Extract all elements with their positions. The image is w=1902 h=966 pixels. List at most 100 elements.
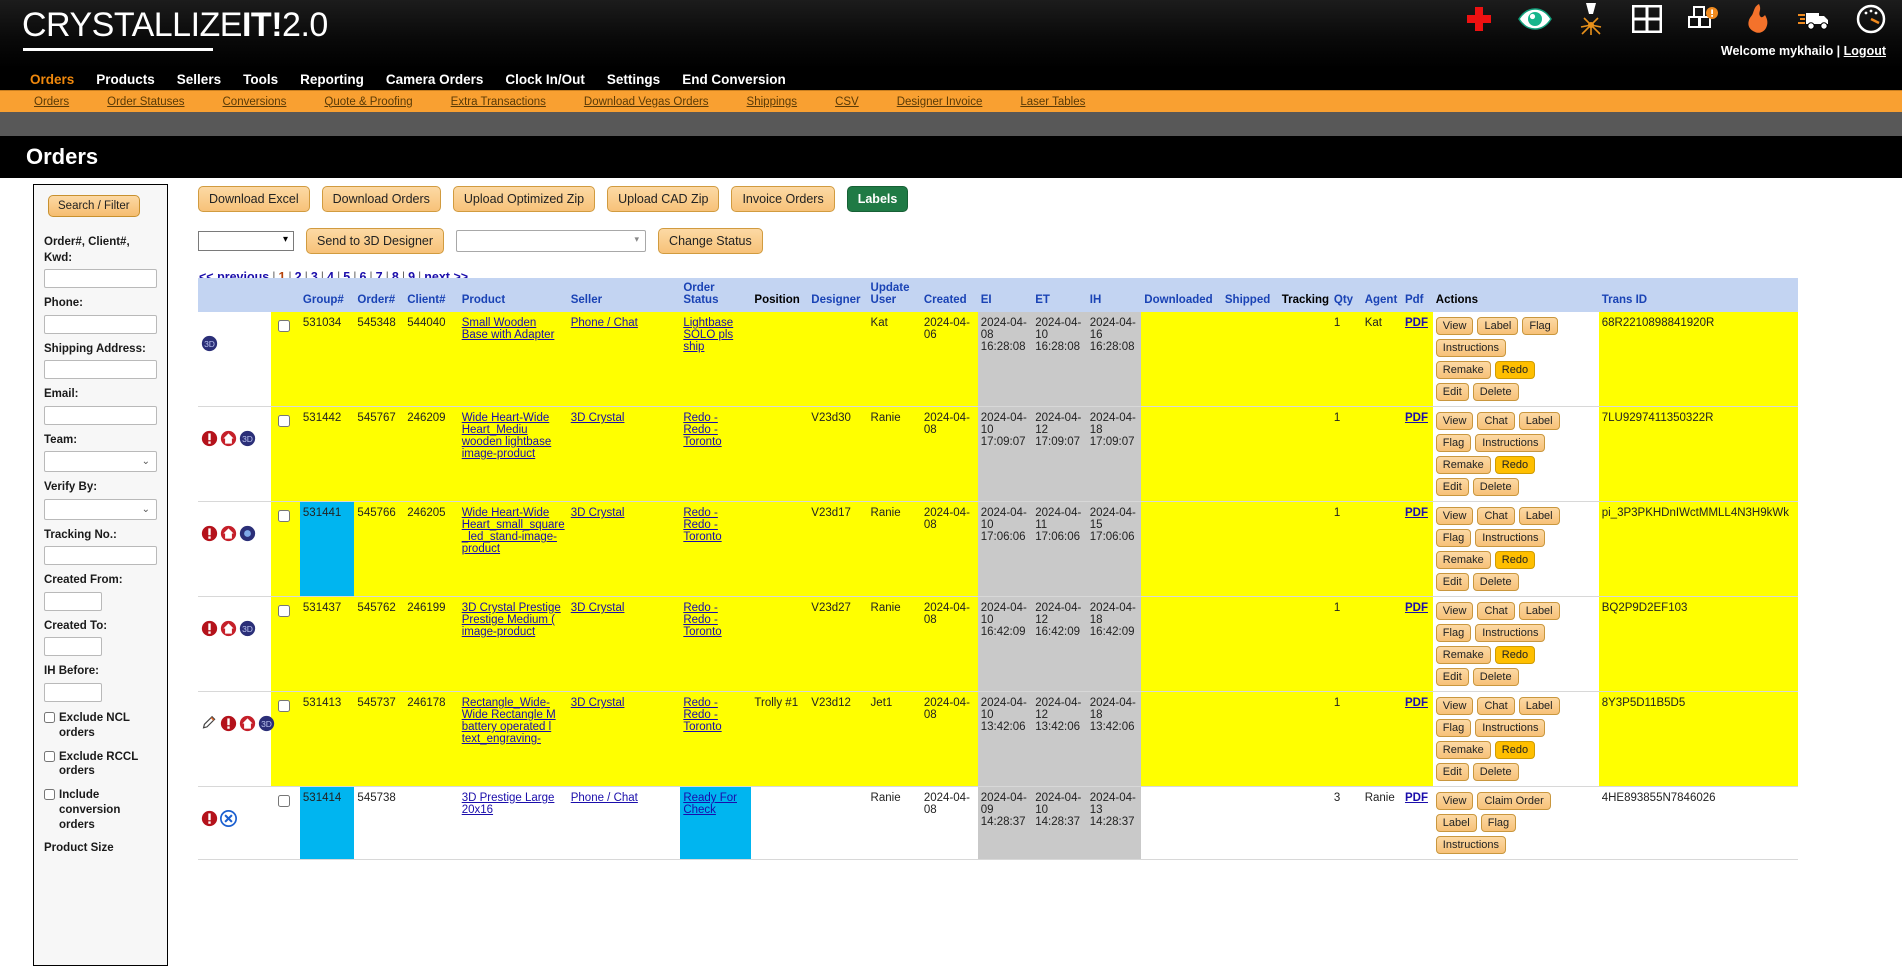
action-button-label[interactable]: Label <box>1518 507 1560 525</box>
column-header-qty[interactable]: Qty <box>1330 278 1362 312</box>
action-button-claim-order[interactable]: Claim Order <box>1477 792 1551 810</box>
order-status-link[interactable]: Redo - Redo - Toronto <box>683 507 721 543</box>
action-button-flag[interactable]: Flag <box>1522 317 1558 335</box>
action-button-label[interactable]: Label <box>1518 697 1560 715</box>
action-button-redo[interactable]: Redo <box>1494 741 1536 759</box>
cell-product[interactable]: 3D Prestige Large 20x16 <box>458 786 568 860</box>
row-select-cell[interactable] <box>271 501 300 597</box>
cell-seller[interactable]: 3D Crystal <box>567 501 681 597</box>
filter-input-2[interactable] <box>44 360 157 380</box>
action-button-instructions[interactable]: Instructions <box>1475 624 1546 642</box>
table-row[interactable]: 3D 531413 545737 246178 Rectangle_Wide-Wide … <box>198 691 1798 787</box>
row-checkbox[interactable] <box>278 320 291 332</box>
action-button-label[interactable]: Label <box>1518 412 1560 430</box>
action-button-label[interactable]: Label <box>1477 317 1519 335</box>
seller-link[interactable]: Phone / Chat <box>571 792 638 804</box>
action-button-flag[interactable]: Flag <box>1435 434 1472 452</box>
cell-product[interactable]: 3D Crystal Prestige Prestige Medium ( im… <box>458 596 568 692</box>
order-status-link[interactable]: Redo - Redo - Toronto <box>683 697 721 733</box>
subnav-item-laser-tables[interactable]: Laser Tables <box>1020 96 1085 108</box>
action-button-redo[interactable]: Redo <box>1494 646 1536 664</box>
status-select[interactable]: ▾ <box>456 230 647 252</box>
boxes-alert-icon[interactable] <box>1686 2 1720 36</box>
action-button-delete[interactable]: Delete <box>1472 573 1519 591</box>
filter-checkbox-0[interactable]: Exclude NCL orders <box>44 711 157 741</box>
column-header-pdf[interactable]: Pdf <box>1401 278 1433 312</box>
action-button-remake[interactable]: Remake <box>1435 741 1491 759</box>
column-header-icons[interactable] <box>198 278 272 312</box>
toolbar-button-labels[interactable]: Labels <box>846 186 909 212</box>
red-cross-icon[interactable] <box>1462 2 1496 36</box>
filter-input-6[interactable] <box>44 546 157 566</box>
row-checkbox[interactable] <box>278 415 291 427</box>
column-header-designer[interactable]: Designer <box>808 278 868 312</box>
product-link[interactable]: Wide Heart-Wide Heart_small_square_led_s… <box>462 507 565 555</box>
column-header-shipped[interactable]: Shipped <box>1221 278 1279 312</box>
action-button-label[interactable]: Label <box>1518 602 1560 620</box>
cell-order-status[interactable]: Redo - Redo - Toronto <box>680 691 752 787</box>
badge-blue-icon[interactable]: 3D <box>239 430 256 450</box>
pencil-icon[interactable] <box>201 715 218 735</box>
filter-input-7[interactable] <box>44 591 102 611</box>
cell-seller[interactable]: 3D Crystal <box>567 406 681 502</box>
cell-seller[interactable]: 3D Crystal <box>567 691 681 787</box>
pdf-link[interactable]: PDF <box>1405 697 1428 709</box>
toolbar-button-download-excel[interactable]: Download Excel <box>198 186 310 212</box>
alert-red-icon[interactable] <box>201 620 218 640</box>
filter-input-3[interactable] <box>44 405 157 425</box>
cell-seller[interactable]: Phone / Chat <box>567 312 681 407</box>
action-button-remake[interactable]: Remake <box>1435 456 1491 474</box>
row-checkbox[interactable] <box>278 510 291 522</box>
order-status-link[interactable]: Ready For Check <box>683 792 737 816</box>
x-blue-icon[interactable] <box>220 810 237 830</box>
action-button-instructions[interactable]: Instructions <box>1435 836 1507 854</box>
subnav-item-orders[interactable]: Orders <box>34 96 69 108</box>
column-header-order[interactable]: Order# <box>354 278 405 312</box>
filter-input-9[interactable] <box>44 682 102 702</box>
cell-order-status[interactable]: Redo - Redo - Toronto <box>680 596 752 692</box>
cell-order-status[interactable]: Redo - Redo - Toronto <box>680 501 752 597</box>
search-filter-button[interactable]: Search / Filter <box>48 195 140 217</box>
seller-link[interactable]: 3D Crystal <box>571 412 625 424</box>
action-button-view[interactable]: View <box>1435 412 1474 430</box>
cell-pdf[interactable]: PDF <box>1401 786 1433 860</box>
cell-order-status[interactable]: Ready For Check <box>680 786 752 860</box>
table-row[interactable]: 531441 545766 246205 Wide Heart-Wide Heart_… <box>198 501 1798 597</box>
laser-engraver-icon[interactable] <box>1574 2 1608 36</box>
cell-pdf[interactable]: PDF <box>1401 312 1433 407</box>
filter-select-5[interactable]: ⌄ <box>44 498 157 520</box>
action-button-delete[interactable]: Delete <box>1472 478 1519 496</box>
action-button-view[interactable]: View <box>1435 602 1474 620</box>
action-button-instructions[interactable]: Instructions <box>1475 719 1546 737</box>
action-button-delete[interactable]: Delete <box>1472 668 1519 686</box>
action-button-chat[interactable]: Chat <box>1477 412 1515 430</box>
filter-select-4[interactable]: ⌄ <box>44 451 157 473</box>
mainnav-item-tools[interactable]: Tools <box>243 72 278 87</box>
filter-input-1[interactable] <box>44 314 157 334</box>
pdf-link[interactable]: PDF <box>1405 412 1428 424</box>
mainnav-item-orders[interactable]: Orders <box>30 72 74 87</box>
action-button-redo[interactable]: Redo <box>1494 551 1536 569</box>
badge-blue-icon[interactable]: 3D <box>258 715 275 735</box>
product-link[interactable]: Wide Heart-Wide Heart_Mediu wooden light… <box>462 412 552 460</box>
product-link[interactable]: Rectangle_Wide-Wide Rectangle M battery … <box>462 697 556 745</box>
action-button-flag[interactable]: Flag <box>1435 719 1472 737</box>
order-status-link[interactable]: Redo - Redo - Toronto <box>683 602 721 638</box>
action-button-edit[interactable]: Edit <box>1435 763 1469 781</box>
column-header-et[interactable]: ET <box>1032 278 1087 312</box>
action-button-view[interactable]: View <box>1435 792 1474 810</box>
subnav-item-download-vegas-orders[interactable]: Download Vegas Orders <box>584 96 709 108</box>
seller-link[interactable]: 3D Crystal <box>571 602 625 614</box>
row-checkbox[interactable] <box>278 700 291 712</box>
orders-table-container[interactable]: Group# Order# Client# Product Seller Order St… <box>198 278 1886 958</box>
cell-pdf[interactable]: PDF <box>1401 501 1433 597</box>
action-button-instructions[interactable]: Instructions <box>1435 339 1507 357</box>
seller-link[interactable]: Phone / Chat <box>571 317 638 329</box>
row-select-cell[interactable] <box>271 691 300 787</box>
subnav-item-order-statuses[interactable]: Order Statuses <box>107 96 184 108</box>
seller-link[interactable]: 3D Crystal <box>571 507 625 519</box>
subnav-item-conversions[interactable]: Conversions <box>223 96 287 108</box>
row-checkbox[interactable] <box>278 605 291 617</box>
checkbox-input[interactable] <box>44 711 55 723</box>
checkbox-input[interactable] <box>44 750 55 762</box>
